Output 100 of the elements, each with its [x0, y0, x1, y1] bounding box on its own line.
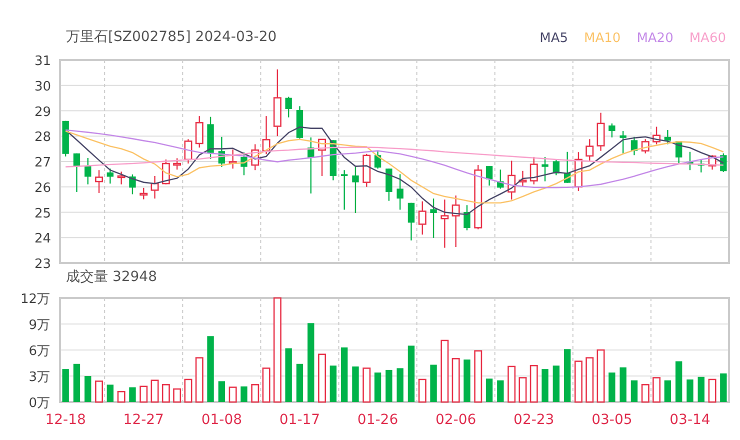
candlestick [262, 116, 270, 154]
volume-bar [418, 378, 426, 403]
volume-bar [362, 368, 371, 403]
candlestick [195, 116, 204, 148]
volume-bar [508, 366, 516, 403]
candlestick [708, 155, 716, 170]
volume-bar [698, 376, 704, 402]
volume-bar [296, 364, 304, 402]
date-label: 02-06 [435, 412, 476, 428]
date-label: 01-26 [357, 412, 398, 428]
axis-label: 24 [34, 232, 51, 247]
candlestick [374, 150, 382, 169]
volume-bar [195, 357, 204, 403]
volume-bar [117, 390, 126, 403]
legend-label: MA20 [636, 30, 674, 48]
candlestick [95, 170, 104, 193]
volume-bar [708, 378, 716, 403]
volume-bar [630, 380, 638, 402]
volume-bar [408, 346, 415, 402]
volume-bar [318, 354, 326, 403]
candlestick [318, 138, 326, 176]
volume-bar [474, 350, 482, 403]
volume-bar [396, 368, 404, 402]
volume-bar [518, 377, 527, 403]
candlestick [140, 188, 148, 200]
candlestick [285, 96, 292, 118]
volume-bar [374, 372, 382, 402]
date-label: 03-05 [592, 412, 632, 428]
candlestick [296, 106, 304, 139]
candlestick [129, 174, 136, 194]
volume-bar [686, 379, 694, 402]
volume-bar [62, 369, 69, 402]
candlestick [574, 152, 582, 191]
volume-bar [386, 370, 392, 402]
axis-label: 9万 [28, 318, 50, 333]
volume-bar [207, 336, 214, 402]
date-label: 12-27 [123, 412, 164, 428]
volume-bar [641, 384, 650, 403]
candlestick [184, 139, 192, 164]
candlestick [630, 136, 638, 156]
candlestick [497, 170, 504, 189]
candlestick [518, 170, 527, 187]
axis-label: 27 [34, 156, 51, 170]
volume-bar [464, 360, 470, 402]
volume-bar [497, 380, 504, 402]
candlestick [508, 160, 516, 200]
volume-bar [73, 364, 80, 402]
volume-bar [596, 349, 605, 403]
volume-bar [184, 378, 192, 403]
axis-label: 31 [34, 54, 51, 69]
volume-bar [542, 369, 548, 402]
candlestick [352, 166, 359, 213]
volume-bar [574, 360, 582, 403]
volume-bar [251, 384, 260, 403]
volume-bar [84, 376, 92, 402]
volume-bar [150, 380, 159, 403]
legend-label: MA60 [689, 30, 726, 48]
candlestick [84, 158, 92, 184]
candlestick [418, 201, 426, 235]
candlestick [396, 174, 404, 210]
candlestick [698, 159, 704, 172]
volume-bar [340, 347, 348, 402]
volume-bar [95, 380, 104, 403]
axis-label: 30 [34, 79, 51, 94]
volume-bar [530, 364, 538, 403]
axis-label: 25 [34, 206, 51, 222]
candlestick [251, 144, 260, 170]
candlestick [273, 69, 282, 136]
candlestick [228, 150, 237, 169]
candlestick [552, 159, 560, 176]
candlestick [340, 170, 348, 210]
candlestick [386, 168, 392, 201]
candlestick [542, 156, 548, 182]
volume-bar [664, 380, 672, 402]
axis-label: 28 [34, 130, 51, 146]
chart-title: 万里石[SZ002785] 2024-03-20 [66, 28, 277, 47]
volume-bar [262, 368, 270, 403]
candlestick [608, 123, 616, 138]
volume-title: 成交量 32948 [66, 269, 157, 285]
volume-bar [586, 357, 594, 403]
candlestick [464, 205, 470, 230]
candlestick [240, 152, 248, 176]
volume-bar [218, 381, 226, 402]
candlestick [652, 126, 661, 144]
candlestick [530, 156, 538, 184]
candlestick [73, 153, 80, 192]
candlestick [150, 176, 159, 199]
volume-bar [330, 366, 337, 402]
volume-bar [452, 358, 460, 403]
axis-label: 0万 [28, 396, 50, 411]
candlestick [452, 196, 460, 248]
volume-bar [486, 378, 493, 402]
date-label: 03-14 [670, 412, 710, 428]
candlestick [474, 165, 482, 230]
volume-bar [140, 386, 148, 403]
legend-label: MA10 [584, 30, 621, 48]
candlestick [62, 120, 69, 156]
volume-bar [440, 340, 449, 403]
volume-bar [240, 386, 248, 402]
volume-bar [620, 367, 626, 402]
